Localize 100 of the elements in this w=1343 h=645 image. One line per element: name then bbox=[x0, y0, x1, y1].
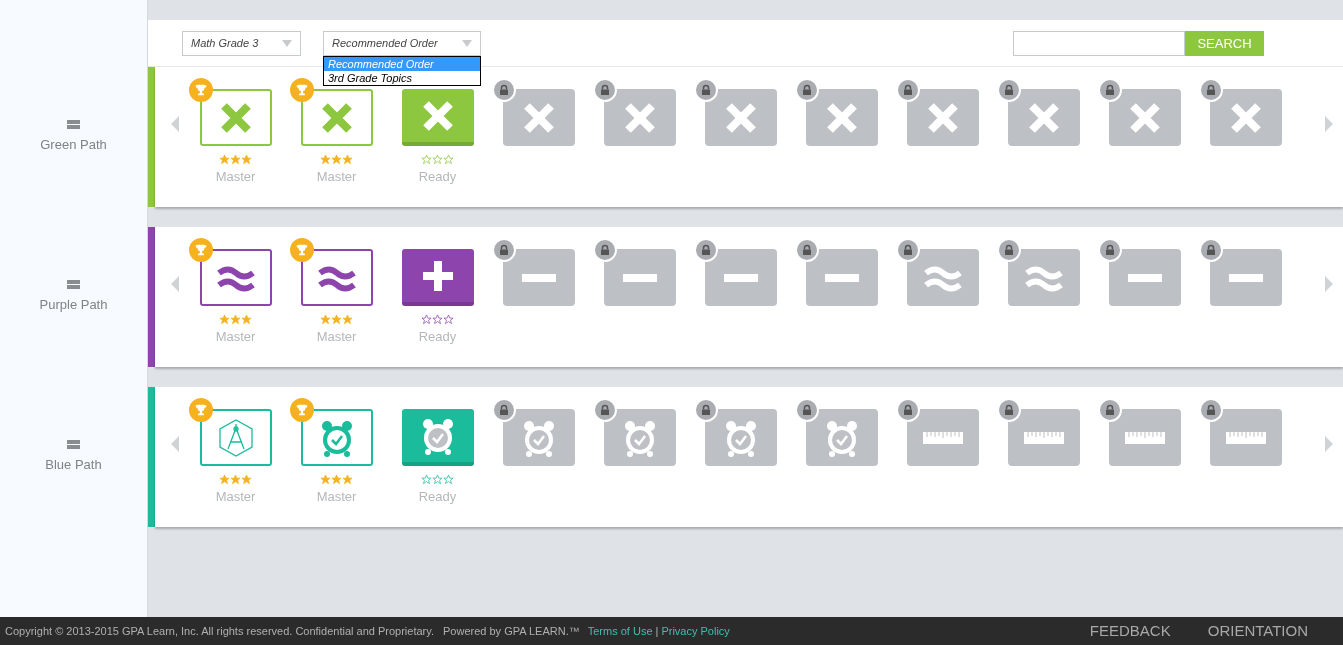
topic-tile[interactable] bbox=[300, 249, 373, 306]
locked-topic-tile[interactable] bbox=[502, 249, 575, 306]
locked-topic-tile[interactable] bbox=[805, 249, 878, 306]
star-outline-icon bbox=[443, 474, 454, 485]
tile-status-label: Master bbox=[316, 329, 357, 345]
feedback-link[interactable]: FEEDBACK bbox=[1089, 619, 1171, 643]
star-outline-icon bbox=[443, 314, 454, 325]
trophy-badge-icon bbox=[188, 398, 213, 422]
locked-topic-tile[interactable] bbox=[603, 89, 676, 146]
trophy-badge-icon bbox=[289, 238, 314, 262]
star-icon bbox=[342, 154, 353, 165]
caret-icon bbox=[282, 40, 292, 47]
star-icon bbox=[331, 154, 342, 165]
trophy-badge-icon bbox=[289, 78, 314, 102]
locked-topic-tile[interactable] bbox=[1007, 249, 1080, 306]
approx-icon bbox=[215, 263, 256, 292]
locked-topic-tile[interactable] bbox=[1209, 249, 1282, 306]
locked-topic-tile[interactable] bbox=[1007, 89, 1080, 146]
powered-by-text: Powered by GPA LEARN.™ bbox=[443, 623, 580, 639]
path-label[interactable]: Green Path bbox=[40, 134, 107, 155]
locked-topic-tile[interactable] bbox=[1007, 409, 1080, 466]
scroll-right-icon[interactable] bbox=[1325, 116, 1333, 132]
star-outline-icon bbox=[432, 314, 443, 325]
path-label[interactable]: Blue Path bbox=[45, 454, 102, 475]
tile-status-label: Master bbox=[215, 169, 256, 185]
trophy-badge-icon bbox=[289, 398, 314, 422]
times-icon bbox=[420, 98, 455, 133]
star-icon bbox=[241, 314, 252, 325]
minus-icon bbox=[1228, 273, 1263, 282]
locked-topic-tile[interactable] bbox=[906, 89, 979, 146]
path-label[interactable]: Purple Path bbox=[39, 294, 108, 315]
times-icon bbox=[622, 100, 657, 135]
tile-status-label: Master bbox=[215, 329, 256, 345]
search-field[interactable] bbox=[1013, 31, 1185, 56]
scroll-left-icon[interactable] bbox=[171, 436, 179, 452]
star-icon bbox=[320, 314, 331, 325]
scroll-right-icon[interactable] bbox=[1325, 276, 1333, 292]
times-icon bbox=[1228, 100, 1263, 135]
scroll-left-icon[interactable] bbox=[171, 276, 179, 292]
tile-status-label: Ready bbox=[418, 169, 457, 185]
star-icon bbox=[241, 154, 252, 165]
topic-tile[interactable] bbox=[300, 89, 373, 146]
terms-link[interactable]: Terms of Use bbox=[587, 622, 653, 640]
locked-topic-tile[interactable] bbox=[704, 89, 777, 146]
ruler-icon bbox=[922, 431, 963, 444]
locked-topic-tile[interactable] bbox=[704, 249, 777, 306]
star-outline-icon bbox=[443, 154, 454, 165]
locked-topic-tile[interactable] bbox=[1209, 89, 1282, 146]
minus-icon bbox=[723, 273, 758, 282]
topic-tile[interactable] bbox=[199, 89, 272, 146]
stack-icon bbox=[67, 119, 80, 130]
locked-topic-tile[interactable] bbox=[805, 89, 878, 146]
star-outline-icon bbox=[432, 474, 443, 485]
locked-topic-tile[interactable] bbox=[1108, 409, 1181, 466]
topic-tile[interactable] bbox=[300, 409, 373, 466]
scroll-right-icon[interactable] bbox=[1325, 436, 1333, 452]
star-icon bbox=[342, 314, 353, 325]
star-icon bbox=[230, 474, 241, 485]
times-icon bbox=[521, 100, 556, 135]
star-outline-icon bbox=[421, 474, 432, 485]
locked-topic-tile[interactable] bbox=[1209, 409, 1282, 466]
orientation-link[interactable]: ORIENTATION bbox=[1207, 619, 1308, 643]
copyright-text: Copyright © 2013-2015 GPA Learn, Inc. All rights reserved. Confidential and Proprietary. bbox=[5, 623, 434, 639]
topic-tile[interactable] bbox=[199, 249, 272, 306]
scroll-left-icon[interactable] bbox=[171, 116, 179, 132]
times-icon bbox=[319, 100, 354, 135]
tile-status-label: Master bbox=[316, 169, 357, 185]
plus-icon bbox=[420, 258, 455, 293]
privacy-link[interactable]: Privacy Policy bbox=[661, 622, 730, 640]
approx-icon bbox=[922, 263, 963, 292]
star-icon bbox=[219, 474, 230, 485]
tile-status-label: Ready bbox=[418, 329, 457, 345]
locked-topic-tile[interactable] bbox=[1108, 89, 1181, 146]
star-icon bbox=[230, 154, 241, 165]
locked-topic-tile[interactable] bbox=[906, 249, 979, 306]
ruler-icon bbox=[1225, 431, 1266, 444]
times-icon bbox=[1026, 100, 1061, 135]
locked-topic-tile[interactable] bbox=[704, 409, 777, 466]
locked-topic-tile[interactable] bbox=[906, 409, 979, 466]
locked-topic-tile[interactable] bbox=[805, 409, 878, 466]
ruler-icon bbox=[1124, 431, 1165, 444]
locked-topic-tile[interactable] bbox=[603, 249, 676, 306]
locked-topic-tile[interactable] bbox=[502, 89, 575, 146]
subject-select[interactable]: Math Grade 3 bbox=[182, 31, 301, 56]
star-outline-icon bbox=[432, 154, 443, 165]
topic-tile[interactable] bbox=[199, 409, 272, 466]
star-icon bbox=[331, 474, 342, 485]
star-outline-icon bbox=[421, 314, 432, 325]
tile-status-label: Ready bbox=[418, 489, 457, 505]
dropdown-option[interactable]: 3rd Grade Topics bbox=[324, 71, 480, 85]
times-icon bbox=[925, 100, 960, 135]
star-icon bbox=[219, 314, 230, 325]
ruler-icon bbox=[1023, 431, 1064, 444]
locked-topic-tile[interactable] bbox=[502, 409, 575, 466]
approx-icon bbox=[316, 263, 357, 292]
star-icon bbox=[219, 154, 230, 165]
star-icon bbox=[342, 474, 353, 485]
locked-topic-tile[interactable] bbox=[1108, 249, 1181, 306]
locked-topic-tile[interactable] bbox=[603, 409, 676, 466]
stack-icon bbox=[67, 439, 80, 450]
